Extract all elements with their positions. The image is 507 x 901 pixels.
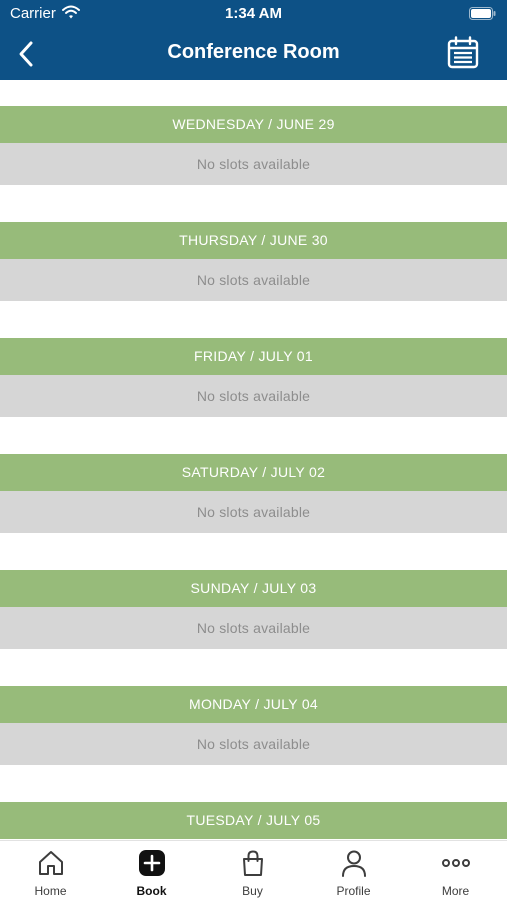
day-header: TUESDAY / JULY 05 bbox=[0, 802, 507, 839]
day-header: SATURDAY / JULY 02 bbox=[0, 454, 507, 491]
day-section: MONDAY / JULY 04 No slots available bbox=[0, 686, 507, 765]
nav-bar: Conference Room bbox=[0, 28, 507, 80]
day-list[interactable]: WEDNESDAY / JUNE 29 No slots available T… bbox=[0, 80, 507, 840]
calendar-icon bbox=[447, 36, 479, 69]
slots-status: No slots available bbox=[0, 491, 507, 533]
more-dots-icon bbox=[441, 849, 471, 882]
person-icon bbox=[340, 849, 368, 882]
day-section: FRIDAY / JULY 01 No slots available bbox=[0, 338, 507, 417]
day-section: SATURDAY / JULY 02 No slots available bbox=[0, 454, 507, 533]
slots-status: No slots available bbox=[0, 143, 507, 185]
calendar-button[interactable] bbox=[447, 36, 479, 70]
day-header: WEDNESDAY / JUNE 29 bbox=[0, 106, 507, 143]
day-section: TUESDAY / JULY 05 bbox=[0, 802, 507, 839]
slots-status: No slots available bbox=[0, 259, 507, 301]
status-time: 1:34 AM bbox=[225, 5, 282, 22]
top-bar: Carrier 1:34 AM Conference Room bbox=[0, 0, 507, 80]
day-section: WEDNESDAY / JUNE 29 No slots available bbox=[0, 106, 507, 185]
slots-status: No slots available bbox=[0, 607, 507, 649]
shopping-bag-icon bbox=[239, 849, 267, 882]
tab-label: Book bbox=[136, 884, 167, 898]
tab-profile[interactable]: Profile bbox=[303, 841, 404, 901]
day-header: THURSDAY / JUNE 30 bbox=[0, 222, 507, 259]
status-bar: Carrier 1:34 AM bbox=[0, 0, 507, 28]
tab-label: Home bbox=[34, 884, 67, 898]
home-icon bbox=[37, 849, 65, 882]
day-header: FRIDAY / JULY 01 bbox=[0, 338, 507, 375]
tab-buy[interactable]: Buy bbox=[202, 841, 303, 901]
tab-bar: Home Book Buy Profile More bbox=[0, 840, 507, 901]
plus-square-icon bbox=[138, 849, 166, 882]
battery-icon bbox=[469, 7, 496, 25]
slots-status: No slots available bbox=[0, 375, 507, 417]
page-title: Conference Room bbox=[167, 41, 340, 63]
tab-home[interactable]: Home bbox=[0, 841, 101, 901]
tab-more[interactable]: More bbox=[404, 841, 507, 901]
day-section: THURSDAY / JUNE 30 No slots available bbox=[0, 222, 507, 301]
day-header: MONDAY / JULY 04 bbox=[0, 686, 507, 723]
tab-book[interactable]: Book bbox=[101, 841, 202, 901]
tab-label: Profile bbox=[336, 884, 371, 898]
slots-status: No slots available bbox=[0, 723, 507, 765]
day-section: SUNDAY / JULY 03 No slots available bbox=[0, 570, 507, 649]
tab-label: Buy bbox=[242, 884, 263, 898]
tab-label: More bbox=[441, 884, 470, 898]
day-header: SUNDAY / JULY 03 bbox=[0, 570, 507, 607]
